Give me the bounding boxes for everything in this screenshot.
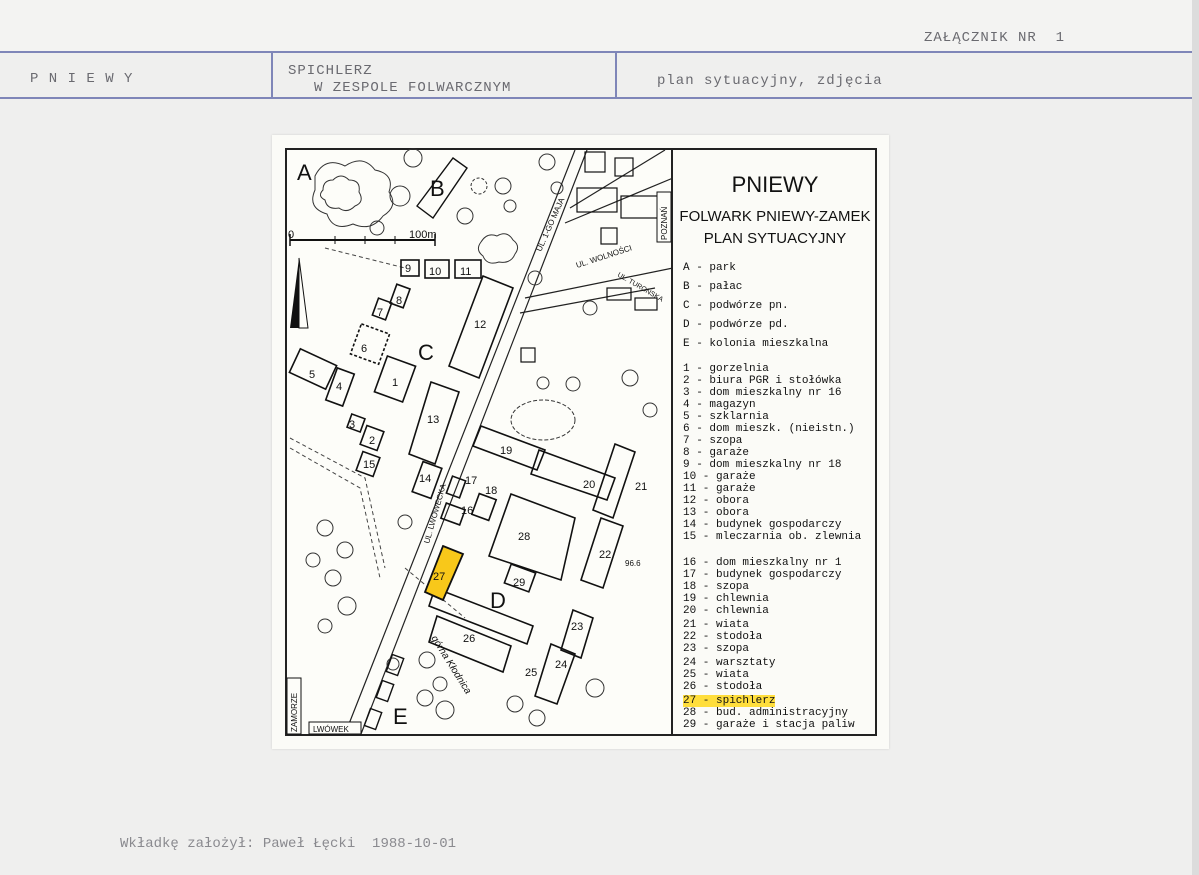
building-number-4: 4 — [336, 381, 342, 393]
attachment-label: ZAŁĄCZNIK NR 1 — [924, 30, 1066, 46]
zone-d-label: D — [490, 588, 506, 613]
building-number-13: 13 — [427, 414, 439, 426]
direction-lwowek-label: LWÓWEK — [313, 725, 350, 734]
zone-c-label: C — [418, 340, 434, 365]
header-divider-1 — [271, 53, 273, 99]
legend-building-11: 11 - garaże — [683, 483, 756, 495]
zone-a-label: A — [297, 160, 312, 185]
legend-zone-b: B - pałac — [683, 281, 743, 293]
header-rule-top — [0, 51, 1199, 53]
building-number-10: 10 — [429, 266, 441, 278]
legend-building-24: 24 - warsztaty — [683, 657, 776, 669]
scale-zero-label: 0 — [288, 229, 294, 241]
legend-building-5: 5 - szklarnia — [683, 411, 769, 423]
legend-building-3: 3 - dom mieszkalny nr 16 — [683, 387, 842, 399]
legend-building-6: 6 - dom mieszk. (nieistn.) — [683, 423, 855, 435]
legend-zone-d: D - podwórze pd. — [683, 319, 789, 331]
legend-building-18: 18 - szopa — [683, 581, 750, 593]
legend-building-13: 13 - obora — [683, 507, 750, 519]
direction-zamorze-label: ZAMORZE — [290, 693, 299, 732]
legend-building-21: 21 - wiata — [683, 619, 750, 631]
legend-building-26: 26 - stodoła — [683, 681, 763, 693]
direction-poznan: POZNAŃ — [656, 191, 672, 243]
building-number-17: 17 — [465, 475, 477, 487]
map-legend: PNIEWY FOLWARK PNIEWY-ZAMEK PLAN SYTUACY… — [673, 148, 877, 736]
building-number-20: 20 — [583, 479, 595, 491]
legend-building-19: 19 - chlewnia — [683, 593, 769, 605]
building-number-26: 26 — [463, 633, 475, 645]
legend-building-8: 8 - garaże — [683, 447, 750, 459]
building-number-27: 27 — [433, 571, 445, 583]
direction-poznan-label: POZNAŃ — [660, 206, 669, 240]
legend-building-9: 9 - dom mieszkalny nr 18 — [683, 459, 842, 471]
legend-zone-e: E - kolonia mieszkalna — [683, 338, 829, 350]
legend-building-17: 17 - budynek gospodarczy — [683, 569, 842, 581]
legend-building-2: 2 - biura PGR i stołówka — [683, 375, 842, 387]
building-number-5: 5 — [309, 369, 315, 381]
building-number-7: 7 — [377, 307, 383, 319]
building-number-3: 3 — [349, 419, 355, 431]
legend-building-1: 1 - gorzelnia — [683, 363, 769, 375]
building-number-23: 23 — [571, 621, 583, 633]
direction-zamorze: ZAMORZE — [286, 677, 302, 735]
scale-end-label: 100m — [409, 229, 437, 241]
legend-building-22: 22 - stodoła — [683, 631, 763, 643]
object-name-line2: W ZESPOLE FOLWARCZNYM — [314, 80, 512, 96]
legend-building-15: 15 - mleczarnia ob. zlewnia — [683, 531, 862, 543]
building-number-8: 8 — [396, 295, 402, 307]
building-number-18: 18 — [485, 485, 497, 497]
building-number-15: 15 — [363, 459, 375, 471]
building-number-6: 6 — [361, 343, 367, 355]
building-number-12: 12 — [474, 319, 486, 331]
legend-building-7: 7 - szopa — [683, 435, 743, 447]
building-number-25: 25 — [525, 667, 537, 679]
legend-building-16: 16 - dom mieszkalny nr 1 — [683, 557, 842, 569]
building-number-22: 22 — [599, 549, 611, 561]
legend-subtitle-2: PLAN SYTUACYJNY — [703, 230, 847, 247]
building-number-16: 16 — [461, 505, 473, 517]
building-number-28: 28 — [518, 531, 530, 543]
legend-building-20: 20 - chlewnia — [683, 605, 769, 617]
building-number-21: 21 — [635, 481, 647, 493]
author-footer: Wkładkę założył: Paweł Łęcki 1988-10-01 — [120, 836, 457, 852]
object-name-line1: SPICHLERZ — [288, 63, 373, 79]
building-number-9: 9 — [405, 263, 411, 275]
legend-title: PNIEWY — [731, 172, 819, 197]
contents-label: plan sytuacyjny, zdjęcia — [657, 73, 883, 89]
page-edge — [1192, 0, 1199, 875]
legend-building-10: 10 - garaże — [683, 471, 756, 483]
legend-building-25: 25 - wiata — [683, 669, 750, 681]
building-number-2: 2 — [369, 435, 375, 447]
building-number-19: 19 — [500, 445, 512, 457]
legend-zone-c: C - podwórze pn. — [683, 300, 789, 312]
legend-building-28: 28 - bud. administracyjny — [683, 707, 849, 719]
zone-e-label: E — [393, 704, 408, 729]
legend-subtitle-1: FOLWARK PNIEWY-ZAMEK — [679, 208, 871, 225]
elevation-label: 96.6 — [625, 559, 641, 568]
legend-building-23: 23 - szopa — [683, 643, 750, 655]
building-number-29: 29 — [513, 577, 525, 589]
legend-zone-a: A - park — [683, 262, 736, 274]
legend-building-12: 12 - obora — [683, 495, 750, 507]
building-number-11: 11 — [460, 266, 471, 278]
header-rule-bottom — [0, 97, 1199, 99]
header-divider-2 — [615, 53, 617, 99]
legend-building-27-highlighted: 27 - spichlerz — [683, 695, 776, 707]
legend-building-4: 4 - magazyn — [683, 399, 756, 411]
legend-building-14: 14 - budynek gospodarczy — [683, 519, 842, 531]
building-number-24: 24 — [555, 659, 567, 671]
building-number-14: 14 — [419, 473, 431, 485]
direction-lwowek: LWÓWEK — [308, 721, 362, 735]
locality-label: P N I E W Y — [30, 71, 134, 87]
building-number-1: 1 — [392, 377, 398, 389]
site-plan-map: 0 100m A B C D E 1 2 3 4 5 6 7 8 9 10 11… — [285, 148, 673, 736]
legend-building-29: 29 - garaże i stacja paliw — [683, 719, 855, 731]
